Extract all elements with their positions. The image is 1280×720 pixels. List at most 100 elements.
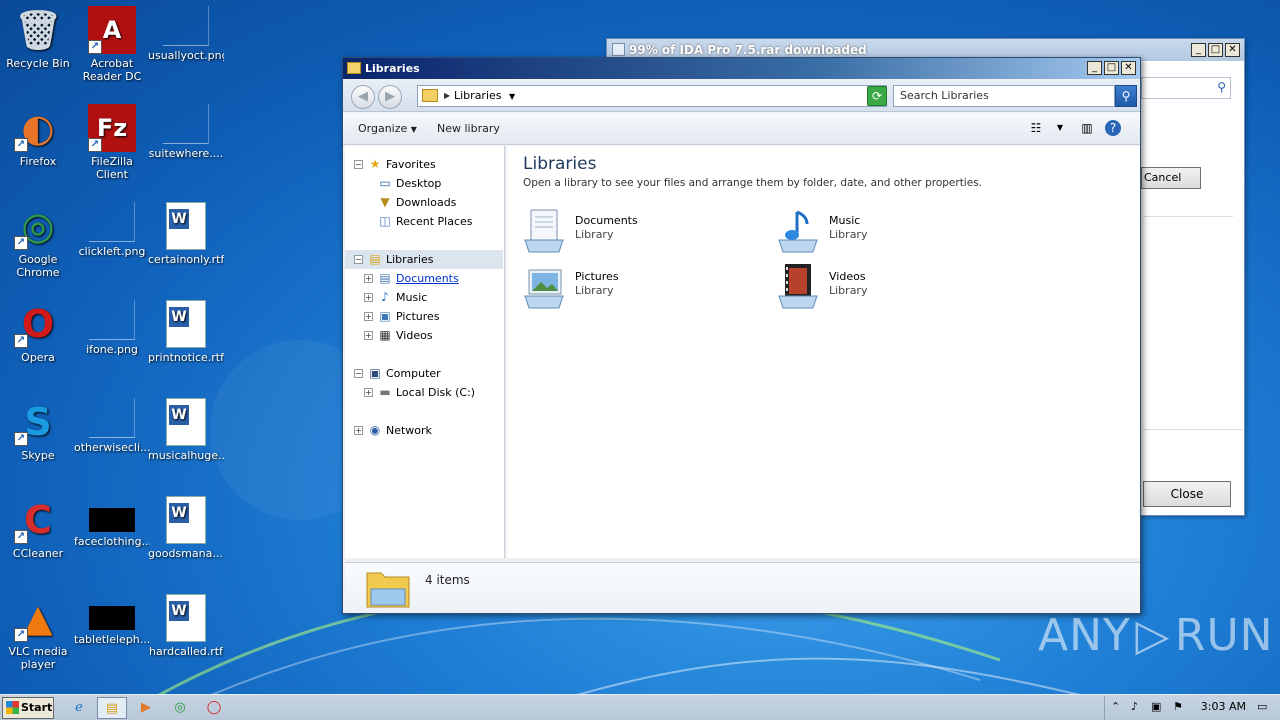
expand-icon[interactable]: + bbox=[364, 274, 373, 283]
help-icon[interactable]: ? bbox=[1105, 120, 1121, 136]
library-videos[interactable]: Videos Library bbox=[777, 264, 1017, 314]
expand-icon[interactable]: + bbox=[364, 312, 373, 321]
desktop-icon-item[interactable]: S ↗ Skype bbox=[0, 398, 76, 462]
desktop-icon-item[interactable]: usuallyoct.png bbox=[148, 6, 224, 62]
desktop-icon-item[interactable]: Whardcalled.rtf bbox=[148, 594, 224, 658]
expand-icon[interactable]: + bbox=[354, 426, 363, 435]
item-count: 4 items bbox=[425, 573, 470, 587]
videos-icon: ▦ bbox=[379, 328, 391, 342]
view-dropdown-icon[interactable]: ▼ bbox=[1051, 120, 1069, 136]
search-input[interactable]: Search Libraries bbox=[893, 85, 1115, 107]
collapse-icon[interactable]: − bbox=[354, 369, 363, 378]
shortcut-arrow-icon: ↗ bbox=[88, 40, 102, 54]
ccleaner-icon: C ↗ bbox=[14, 496, 62, 544]
nav-computer-label: Computer bbox=[386, 367, 441, 380]
explorer-titlebar[interactable]: Libraries _ □ ✕ bbox=[343, 58, 1140, 79]
desktop-icon-label: suitewhere.... bbox=[148, 147, 224, 160]
collapse-icon[interactable]: − bbox=[354, 160, 363, 169]
back-button[interactable]: ◀ bbox=[351, 85, 375, 109]
desktop-icon-item[interactable]: 🗑 Recycle Bin bbox=[0, 6, 76, 70]
volume-icon[interactable]: ♪ bbox=[1131, 700, 1138, 713]
breadcrumb-libraries[interactable]: Libraries bbox=[454, 89, 502, 102]
preview-pane-icon[interactable]: ▥ bbox=[1078, 120, 1096, 136]
new-library-button[interactable]: New library bbox=[437, 122, 500, 135]
libraries-folder-icon bbox=[366, 572, 410, 608]
nav-music-label: Music bbox=[396, 291, 428, 304]
desktop-icon-item[interactable]: Wmusicalhuge.... bbox=[148, 398, 224, 462]
skype-icon: S ↗ bbox=[14, 398, 62, 446]
folder-icon bbox=[347, 62, 361, 74]
minimize-button[interactable]: _ bbox=[1087, 61, 1102, 75]
view-options-icon[interactable]: ☷ bbox=[1027, 120, 1045, 136]
downloads-icon: ▼ bbox=[380, 195, 390, 209]
desktop-icon-item[interactable]: A ↗ Acrobat Reader DC bbox=[74, 6, 150, 83]
chevron-down-icon[interactable]: ▼ bbox=[509, 92, 515, 101]
download-search-box[interactable]: ⚲ bbox=[1141, 77, 1231, 99]
maximize-button[interactable]: □ bbox=[1208, 43, 1223, 57]
nav-network-label: Network bbox=[386, 424, 432, 437]
rtf-file-icon: W bbox=[166, 202, 206, 250]
desktop-icon-label: Firefox bbox=[19, 155, 57, 168]
desktop-icon-item[interactable]: ◎ ↗ Google Chrome bbox=[0, 202, 76, 279]
address-bar[interactable]: ▶ Libraries ▼ ▼ bbox=[417, 85, 887, 107]
library-documents[interactable]: Documents Library bbox=[523, 208, 763, 258]
desktop-icon-item[interactable]: O ↗ Opera bbox=[0, 300, 76, 364]
desktop-icon-item[interactable]: Wprintnotice.rtf bbox=[148, 300, 224, 364]
desktop-icon-label: otherwisecli... bbox=[74, 441, 150, 454]
media-player-taskbar-icon[interactable]: ▶ bbox=[131, 697, 161, 719]
acrobat-icon: A ↗ bbox=[88, 6, 136, 54]
expand-icon[interactable]: + bbox=[364, 293, 373, 302]
desktop-icon-item[interactable]: ◐ ↗ Firefox bbox=[0, 104, 76, 168]
network-tray-icon[interactable]: ▣ bbox=[1151, 700, 1161, 713]
library-pictures[interactable]: Pictures Library bbox=[523, 264, 763, 314]
desktop-icon-item[interactable]: otherwisecli... bbox=[74, 398, 150, 454]
start-button[interactable]: Start bbox=[2, 697, 54, 719]
organize-button[interactable]: Organize ▼ bbox=[358, 122, 417, 135]
close-window-button[interactable]: ✕ bbox=[1121, 61, 1136, 75]
show-desktop-icon[interactable]: ▭ bbox=[1257, 700, 1267, 713]
png-file-icon bbox=[89, 202, 135, 242]
search-button[interactable]: ⚲ bbox=[1115, 85, 1137, 107]
search-icon: ⚲ bbox=[1217, 80, 1226, 94]
desktop-icon-item[interactable]: clickleft.png bbox=[74, 202, 150, 258]
desktop-icon-item[interactable]: C ↗ CCleaner bbox=[0, 496, 76, 560]
explorer-window[interactable]: Libraries _ □ ✕ ◀ ▶ ▶ Libraries ▼ ▼ ⟳ Se… bbox=[342, 57, 1141, 614]
music-icon: ♪ bbox=[381, 290, 389, 304]
desktop-icon-item[interactable]: ifone.png bbox=[74, 300, 150, 356]
internet-explorer-taskbar-icon[interactable]: ℯ bbox=[64, 697, 94, 719]
desktop-icon-item[interactable]: suitewhere.... bbox=[148, 104, 224, 160]
chrome-taskbar-icon[interactable]: ◎ bbox=[165, 697, 195, 719]
maximize-button[interactable]: □ bbox=[1104, 61, 1119, 75]
window-title: Libraries bbox=[365, 62, 420, 75]
action-center-flag-icon[interactable]: ⚑ bbox=[1173, 700, 1183, 713]
refresh-button[interactable]: ⟳ bbox=[867, 86, 887, 106]
tray-expand-icon[interactable]: ⌃ bbox=[1111, 700, 1120, 713]
desktop-icon-item[interactable]: faceclothing.... bbox=[74, 496, 150, 548]
close-button[interactable]: Close bbox=[1143, 481, 1231, 507]
chevron-right-icon[interactable]: ▶ bbox=[444, 86, 450, 106]
desktop-icon-label: clickleft.png bbox=[78, 245, 146, 258]
desktop-icon-label: tabletleleph... bbox=[74, 633, 150, 646]
expand-icon[interactable]: + bbox=[364, 388, 373, 397]
shortcut-arrow-icon: ↗ bbox=[14, 334, 28, 348]
content-heading: Libraries bbox=[523, 154, 597, 174]
close-window-button[interactable]: ✕ bbox=[1225, 43, 1240, 57]
explorer-taskbar-icon[interactable]: ▤ bbox=[97, 697, 127, 719]
clock[interactable]: 3:03 AM bbox=[1201, 700, 1246, 713]
desktop-icon-item[interactable]: Wgoodsmana.... bbox=[148, 496, 224, 560]
documents-library-icon bbox=[524, 209, 564, 253]
download-icon bbox=[612, 43, 625, 56]
expand-icon[interactable]: + bbox=[364, 331, 373, 340]
desktop-icon-item[interactable]: tabletleleph... bbox=[74, 594, 150, 646]
cancel-button[interactable]: Cancel bbox=[1141, 167, 1201, 189]
desktop-icon-item[interactable]: Fz ↗ FileZilla Client bbox=[74, 104, 150, 181]
opera-taskbar-icon[interactable]: ◯ bbox=[199, 697, 229, 719]
forward-button[interactable]: ▶ bbox=[378, 85, 402, 109]
collapse-icon[interactable]: − bbox=[354, 255, 363, 264]
libraries-icon bbox=[422, 89, 438, 102]
desktop-icon-item[interactable]: Wcertainonly.rtf bbox=[148, 202, 224, 266]
shortcut-arrow-icon: ↗ bbox=[14, 530, 28, 544]
library-music[interactable]: Music Library bbox=[777, 208, 1017, 258]
minimize-button[interactable]: _ bbox=[1191, 43, 1206, 57]
desktop-icon-item[interactable]: ▲ ↗ VLC media player bbox=[0, 594, 76, 671]
